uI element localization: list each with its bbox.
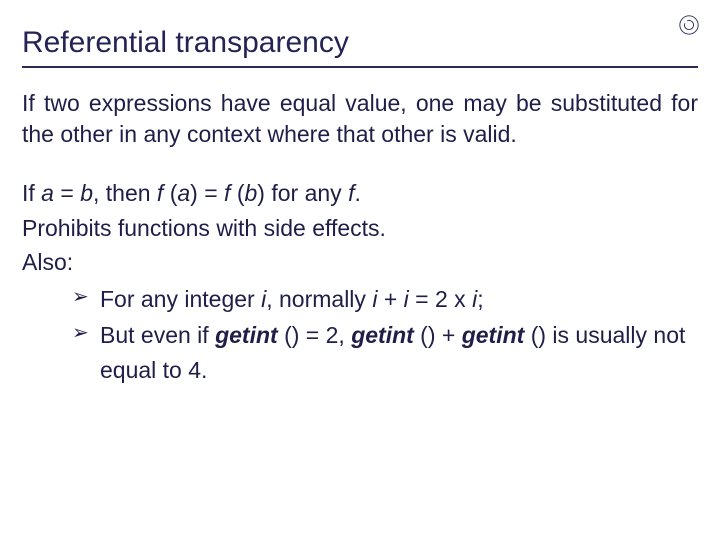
slide: Referential transparency If two expressi…	[0, 0, 720, 540]
bullet-getint: But even if getint () = 2, getint () + g…	[72, 318, 698, 387]
text: .	[354, 180, 360, 206]
definition-paragraph: If two expressions have equal value, one…	[22, 88, 698, 150]
fn-getint: getint	[462, 322, 525, 348]
fn-getint: getint	[215, 322, 278, 348]
text: , normally	[266, 286, 372, 312]
text: For any integer	[100, 286, 261, 312]
var-b: b	[245, 180, 258, 206]
fn-getint: getint	[351, 322, 414, 348]
text: = 2 x	[409, 286, 472, 312]
text: ) =	[190, 180, 224, 206]
text: ) for any	[257, 180, 348, 206]
text: +	[377, 286, 403, 312]
var-a: a	[177, 180, 190, 206]
body: If a = b, then f (a) = f (b) for any f. …	[22, 176, 698, 387]
bullet-list: For any integer i, normally i + i = 2 x …	[22, 282, 698, 388]
var-b: b	[80, 180, 93, 206]
text: (	[163, 180, 177, 206]
text: ;	[477, 286, 483, 312]
text: If	[22, 180, 41, 206]
text: , then	[93, 180, 157, 206]
side-effects-line: Prohibits functions with side effects.	[22, 211, 698, 246]
text: () = 2,	[278, 322, 352, 348]
also-line: Also:	[22, 245, 698, 280]
bullet-integer: For any integer i, normally i + i = 2 x …	[72, 282, 698, 317]
text: (	[230, 180, 244, 206]
text: =	[54, 180, 80, 206]
title-underline	[22, 66, 698, 68]
slide-title: Referential transparency	[22, 26, 698, 60]
logo-icon	[678, 14, 700, 36]
text: But even if	[100, 322, 215, 348]
text: () +	[414, 322, 462, 348]
var-a: a	[41, 180, 54, 206]
equation-line: If a = b, then f (a) = f (b) for any f.	[22, 176, 698, 211]
